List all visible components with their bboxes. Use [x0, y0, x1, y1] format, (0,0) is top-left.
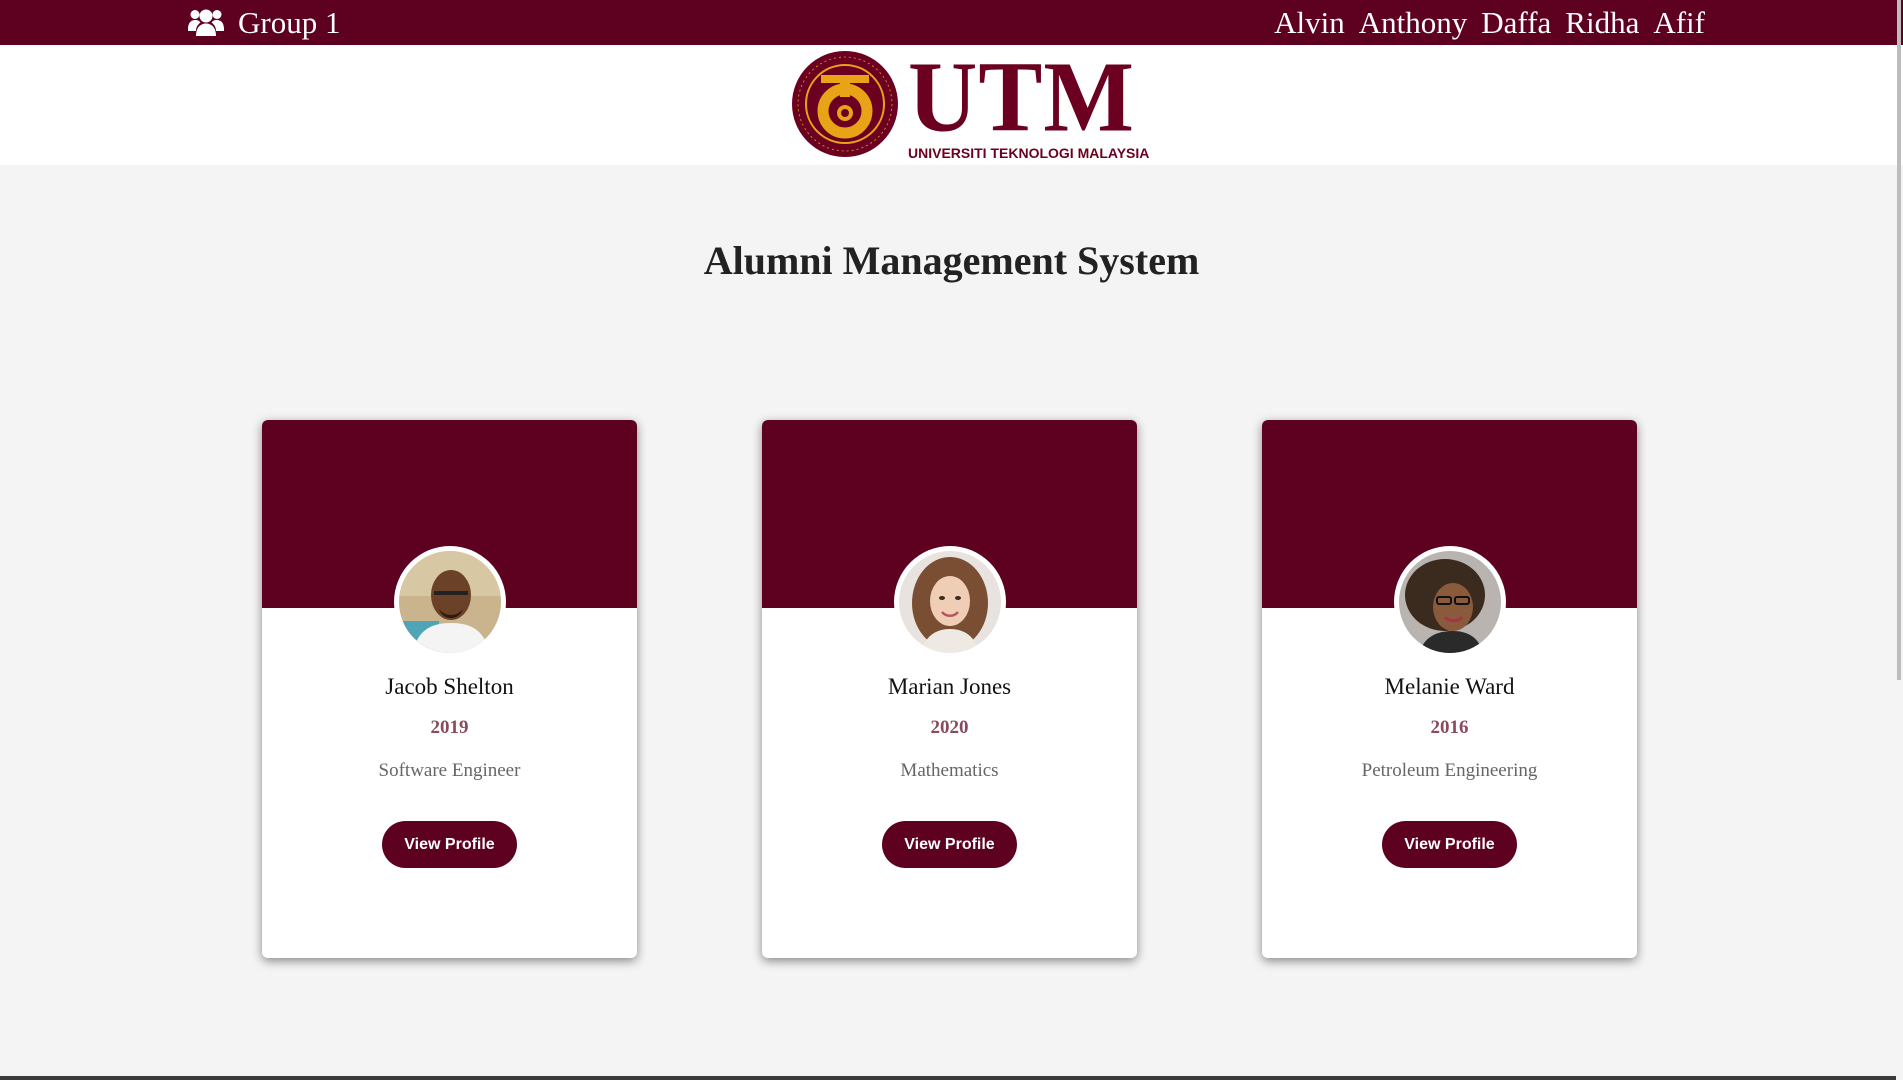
utm-seal-icon	[792, 51, 898, 157]
member-name: Anthony	[1358, 5, 1468, 40]
view-profile-button[interactable]: View Profile	[382, 821, 517, 868]
group-label: Group 1	[188, 6, 340, 40]
alumni-card: Jacob Shelton 2019 Software Engineer Vie…	[262, 420, 637, 958]
alumni-year: 2019	[430, 717, 469, 738]
view-profile-button[interactable]: View Profile	[1382, 821, 1517, 868]
alumni-field: Software Engineer	[378, 760, 521, 781]
logo-wordmark: UTM	[908, 40, 1135, 153]
member-name: Alvin	[1274, 5, 1345, 40]
alumni-photo	[1399, 551, 1501, 653]
alumni-card: Marian Jones 2020 Mathematics View Profi…	[762, 420, 1137, 958]
alumni-photo	[899, 551, 1001, 653]
alumni-name: Melanie Ward	[1384, 674, 1515, 699]
member-names: Alvin Anthony Daffa Ridha Afif	[1274, 6, 1705, 40]
page-title: Alumni Management System	[703, 238, 1200, 283]
alumni-field: Mathematics	[900, 760, 999, 781]
member-name: Ridha	[1565, 5, 1640, 40]
logo-band: UTM UNIVERSITI TEKNOLOGI MALAYSIA	[0, 45, 1903, 165]
utm-logo: UTM UNIVERSITI TEKNOLOGI MALAYSIA	[790, 40, 1149, 161]
member-name: Afif	[1653, 5, 1705, 40]
alumni-card: Melanie Ward 2016 Petroleum Engineering …	[1262, 420, 1637, 958]
top-bar: Group 1 Alvin Anthony Daffa Ridha Afif	[0, 0, 1903, 45]
avatar	[894, 546, 1006, 658]
avatar	[1394, 546, 1506, 658]
member-name: Daffa	[1481, 5, 1552, 40]
vertical-scrollbar[interactable]	[1896, 0, 1903, 1080]
alumni-year: 2016	[1430, 717, 1469, 738]
alumni-year: 2020	[930, 717, 969, 738]
avatar	[394, 546, 506, 658]
scroll-thumb[interactable]	[1897, 0, 1901, 680]
users-icon	[188, 9, 224, 36]
view-profile-button[interactable]: View Profile	[882, 821, 1017, 868]
alumni-field: Petroleum Engineering	[1361, 760, 1538, 781]
alumni-name: Marian Jones	[887, 674, 1012, 699]
alumni-photo	[399, 551, 501, 653]
alumni-name: Jacob Shelton	[385, 674, 514, 699]
window-bottom-edge	[0, 1076, 1896, 1080]
group-name: Group 1	[238, 5, 341, 40]
